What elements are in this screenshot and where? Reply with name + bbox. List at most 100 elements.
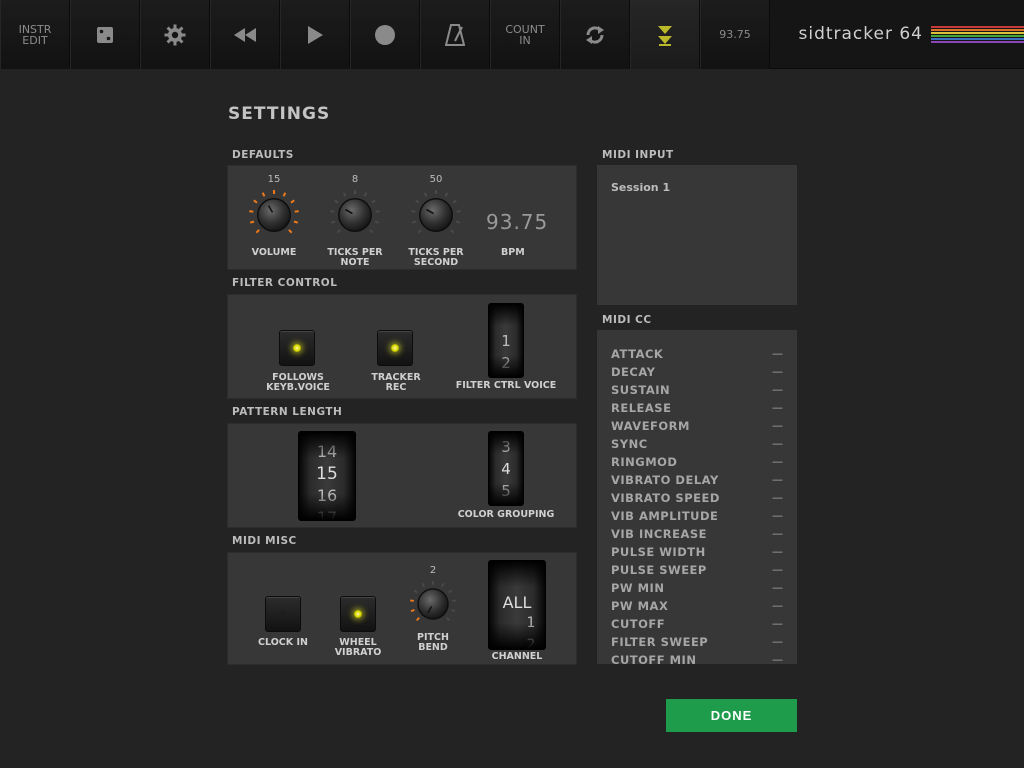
midi-cc-row[interactable]: FILTER SWEEP —	[611, 635, 783, 653]
ticks-per-second-label: TICKS PER SECOND	[408, 247, 464, 268]
filter-ctrl-voice-label: FILTER CTRL VOICE	[455, 380, 557, 391]
midi-cc-value: —	[772, 383, 783, 396]
volume-knob[interactable]	[247, 188, 301, 242]
clock-in-button[interactable]	[265, 596, 301, 632]
midi-cc-row[interactable]: PULSE SWEEP —	[611, 563, 783, 581]
midi-cc-value: —	[772, 401, 783, 414]
count-in-button[interactable]: COUNT IN	[490, 0, 560, 69]
section-label-midi-input: MIDI INPUT	[602, 149, 674, 161]
wheel-value: 15	[316, 464, 338, 484]
midi-cc-name: DECAY	[611, 365, 656, 379]
midi-cc-name: PW MAX	[611, 599, 669, 613]
double-chevron-down-icon	[658, 25, 672, 46]
toolbar-bpm[interactable]: 93.75	[700, 0, 770, 69]
wheel-value: 2	[501, 354, 511, 372]
pattern-length-panel: 14 15 16 17 3 4 5 COLOR GROUPING	[227, 423, 577, 528]
follow-button[interactable]	[630, 0, 700, 69]
midi-cc-row[interactable]: VIB AMPLITUDE —	[611, 509, 783, 527]
color-grouping-wheel[interactable]: 3 4 5	[488, 431, 524, 506]
page-title: SETTINGS	[228, 104, 331, 124]
filter-ctrl-voice-wheel[interactable]: 1 2	[488, 303, 524, 378]
midi-cc-row[interactable]: ATTACK —	[611, 347, 783, 365]
midi-cc-list[interactable]: ATTACK — DECAY — SUSTAIN — RELEASE — WAVEFORM — SY…	[597, 330, 797, 664]
midi-cc-row[interactable]: CUTOFF MIN —	[611, 653, 783, 664]
gear-icon	[164, 24, 186, 45]
wheel-value: 3	[501, 438, 511, 456]
midi-input-list: Session 1	[597, 165, 797, 305]
app-logo-text: sidtracker 64	[798, 24, 923, 44]
led-indicator	[279, 610, 287, 618]
wheel-value: 16	[316, 486, 338, 505]
wheel-value: 14	[316, 442, 338, 461]
ticks-per-second-knob-group: 50 TICKS PER SECOND	[406, 174, 466, 268]
midi-cc-row[interactable]: WAVEFORM —	[611, 419, 783, 437]
done-button[interactable]: DONE	[666, 699, 797, 732]
filter-control-panel: FOLLOWS KEYB.VOICE TRACKER REC 1 2 FILTE…	[227, 294, 577, 399]
midi-cc-name: SUSTAIN	[611, 383, 671, 397]
pitch-bend-knob[interactable]	[408, 579, 458, 629]
section-label-pattern-length: PATTERN LENGTH	[232, 406, 343, 418]
record-button[interactable]	[350, 0, 420, 69]
ticks-per-note-knob[interactable]	[328, 188, 382, 242]
rewind-button[interactable]	[210, 0, 280, 69]
ticks-per-note-knob-group: 8 TICKS PER NOTE	[325, 174, 385, 268]
section-label-filter-control: FILTER CONTROL	[232, 277, 338, 289]
midi-cc-row[interactable]: CUTOFF —	[611, 617, 783, 635]
volume-value: 15	[267, 174, 281, 185]
bpm-label: BPM	[501, 247, 525, 258]
midi-cc-name: VIBRATO SPEED	[611, 491, 720, 505]
midi-cc-name: PULSE SWEEP	[611, 563, 707, 577]
midi-cc-row[interactable]: PULSE WIDTH —	[611, 545, 783, 563]
midi-cc-value: —	[772, 599, 783, 612]
led-indicator	[391, 344, 399, 352]
wheel-value: 2	[526, 637, 536, 650]
pattern-length-wheel[interactable]: 14 15 16 17	[298, 431, 356, 521]
stripe	[931, 25, 1024, 28]
wheel-value: ALL	[502, 593, 532, 612]
midi-cc-value: —	[772, 491, 783, 504]
midi-cc-name: RINGMOD	[611, 455, 678, 469]
midi-cc-value: —	[772, 437, 783, 450]
midi-cc-row[interactable]: PW MIN —	[611, 581, 783, 599]
section-label-defaults: DEFAULTS	[232, 149, 294, 161]
color-grouping-label: COLOR GROUPING	[457, 509, 555, 520]
stripe	[931, 37, 1024, 40]
midi-cc-name: WAVEFORM	[611, 419, 690, 433]
midi-cc-value: —	[772, 365, 783, 378]
ticks-per-note-label: TICKS PER NOTE	[327, 247, 383, 268]
ticks-per-note-value: 8	[351, 174, 359, 185]
midi-misc-panel: CLOCK IN WHEEL VIBRATO 2 PITCH BEND ALL …	[227, 552, 577, 665]
midi-session-item[interactable]: Session 1	[611, 181, 670, 194]
midi-cc-row[interactable]: SYNC —	[611, 437, 783, 455]
midi-cc-value: —	[772, 563, 783, 576]
tracker-rec-button[interactable]	[377, 330, 413, 366]
metronome-button[interactable]	[420, 0, 490, 69]
midi-cc-row[interactable]: PW MAX —	[611, 599, 783, 617]
dice-button[interactable]	[70, 0, 140, 69]
rewind-icon	[234, 27, 256, 42]
tracker-rec-label: TRACKER REC	[371, 372, 421, 393]
record-icon	[375, 24, 395, 45]
midi-cc-row[interactable]: SUSTAIN —	[611, 383, 783, 401]
play-button[interactable]	[280, 0, 350, 69]
midi-cc-value: —	[772, 653, 783, 664]
settings-button[interactable]	[140, 0, 210, 69]
midi-cc-row[interactable]: DECAY —	[611, 365, 783, 383]
midi-cc-row[interactable]: VIBRATO SPEED —	[611, 491, 783, 509]
bpm-display[interactable]: 93.75	[486, 210, 548, 234]
midi-cc-name: PULSE WIDTH	[611, 545, 706, 559]
midi-cc-row[interactable]: RINGMOD —	[611, 455, 783, 473]
app-logo: sidtracker 64	[770, 0, 1024, 68]
follows-keyb-voice-button[interactable]	[279, 330, 315, 366]
wheel-vibrato-label: WHEEL VIBRATO	[334, 637, 382, 658]
midi-cc-row[interactable]: RELEASE —	[611, 401, 783, 419]
channel-wheel[interactable]: ALL 1 2	[488, 560, 546, 650]
midi-cc-row[interactable]: VIB INCREASE —	[611, 527, 783, 545]
wheel-vibrato-button[interactable]	[340, 596, 376, 632]
ticks-per-second-knob[interactable]	[409, 188, 463, 242]
midi-cc-row[interactable]: VIBRATO DELAY —	[611, 473, 783, 491]
clock-in-label: CLOCK IN	[258, 637, 308, 648]
loop-button[interactable]	[560, 0, 630, 69]
instr-edit-button[interactable]: INSTR EDIT	[0, 0, 70, 69]
loop-icon	[586, 25, 604, 44]
